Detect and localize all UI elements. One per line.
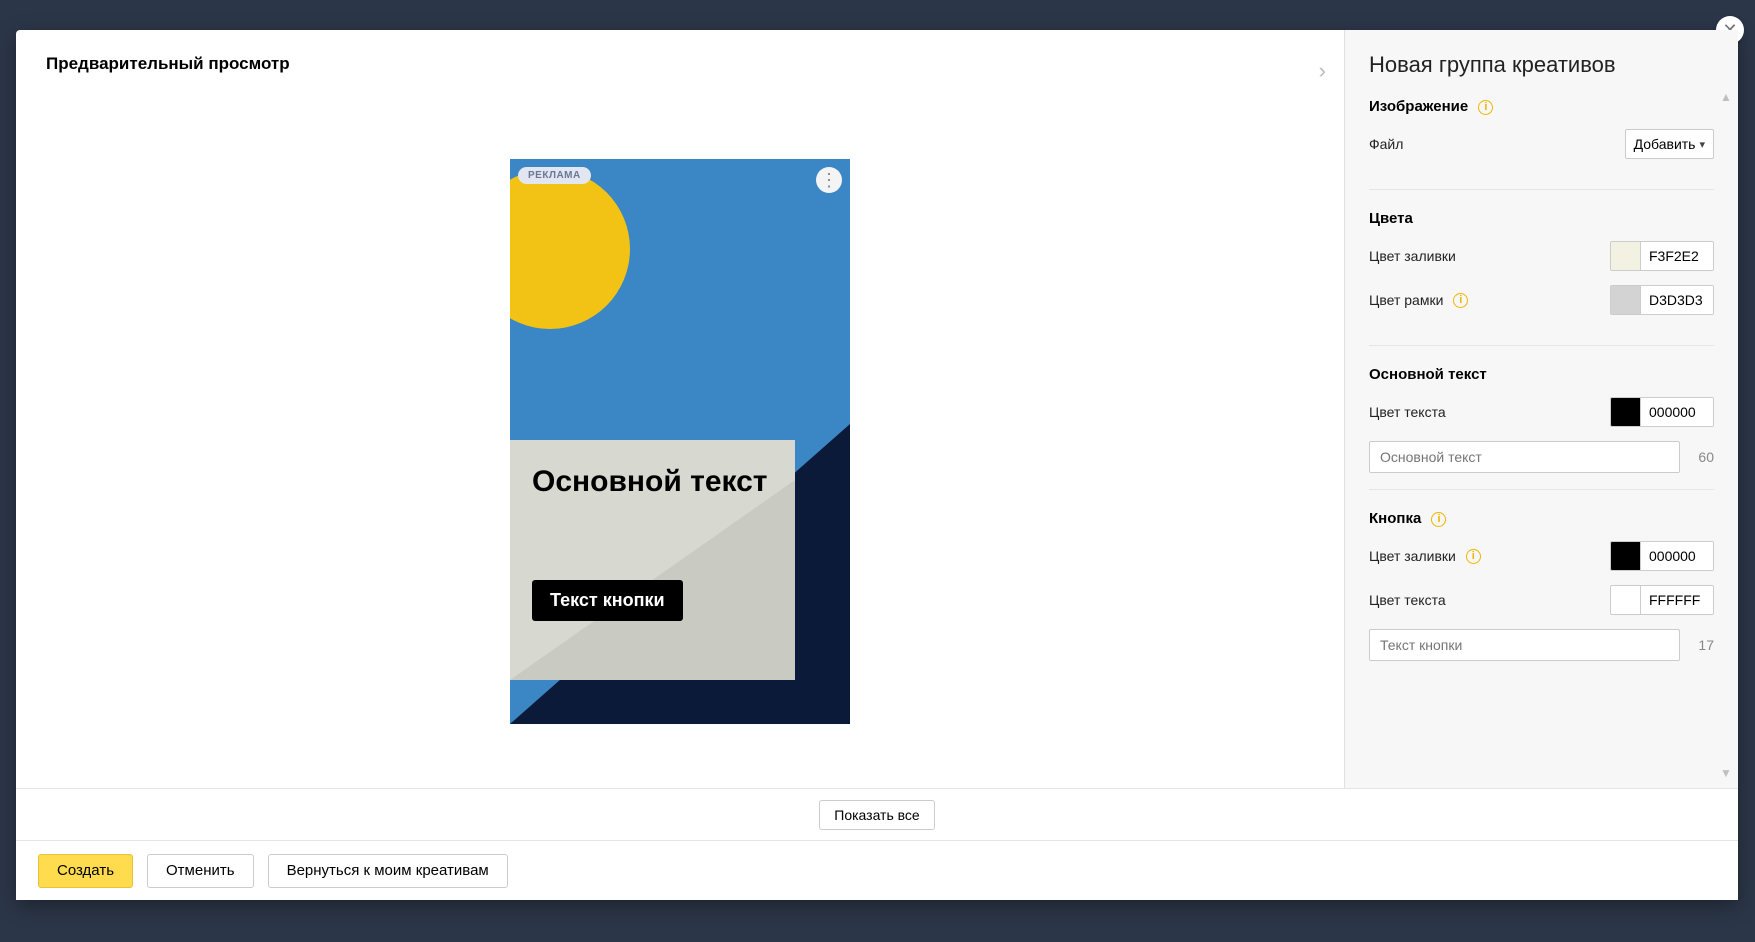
info-icon[interactable]: i (1466, 549, 1481, 564)
border-color-label: Цвет рамки i (1369, 292, 1468, 309)
banner-menu-button[interactable]: ⋮ (816, 167, 842, 193)
image-section-title: Изображение i (1369, 98, 1714, 115)
text-color-control[interactable] (1610, 397, 1714, 427)
maintext-section: Основной текст Цвет текста 60 (1369, 345, 1714, 489)
maintext-input[interactable] (1369, 441, 1680, 473)
fill-color-control[interactable] (1610, 241, 1714, 271)
image-section-title-text: Изображение (1369, 98, 1468, 115)
preview-next-button[interactable]: › (1319, 58, 1326, 84)
file-row: Файл Добавить ▾ (1369, 129, 1714, 159)
settings-title: Новая группа креативов (1345, 30, 1738, 98)
text-color-row: Цвет текста (1369, 397, 1714, 427)
ad-badge: РЕКЛАМА (518, 167, 591, 184)
settings-scroll[interactable]: Изображение i Файл Добавить ▾ Цвета Ц (1345, 98, 1738, 788)
chevron-right-icon: › (1319, 58, 1326, 83)
button-fill-label-text: Цвет заливки (1369, 548, 1456, 564)
file-label: Файл (1369, 136, 1403, 152)
modal-footer: Создать Отменить Вернуться к моим креати… (16, 840, 1738, 900)
info-icon[interactable]: i (1478, 100, 1493, 115)
banner-cta-button[interactable]: Текст кнопки (532, 580, 683, 621)
text-color-swatch[interactable] (1611, 398, 1641, 426)
preview-title: Предварительный просмотр (46, 54, 290, 74)
button-text-counter: 17 (1690, 637, 1714, 653)
banner-circle-shape (510, 169, 630, 329)
banner-main-text: Основной текст (532, 464, 773, 500)
scroll-up-indicator: ▲ (1720, 90, 1732, 102)
back-to-creatives-button[interactable]: Вернуться к моим креативам (268, 854, 508, 888)
button-section: Кнопка i Цвет заливки i (1369, 489, 1714, 677)
cancel-button[interactable]: Отменить (147, 854, 254, 888)
settings-panel: Новая группа креативов ▲ Изображение i Ф… (1345, 30, 1738, 788)
button-fill-row: Цвет заливки i (1369, 541, 1714, 571)
text-color-input[interactable] (1641, 398, 1713, 426)
button-text-input[interactable] (1369, 629, 1680, 661)
maintext-counter: 60 (1690, 449, 1714, 465)
colors-section: Цвета Цвет заливки Цвет рамки i (1369, 189, 1714, 345)
modal-body: Предварительный просмотр › Основной текс… (16, 30, 1738, 788)
add-file-button[interactable]: Добавить ▾ (1625, 129, 1714, 159)
button-text-color-label: Цвет текста (1369, 592, 1446, 608)
create-button[interactable]: Создать (38, 854, 133, 888)
preview-stage: Основной текст Текст кнопки РЕКЛАМА ⋮ (16, 84, 1344, 788)
colors-section-title: Цвета (1369, 210, 1714, 227)
info-icon[interactable]: i (1431, 512, 1446, 527)
maintext-input-row: 60 (1369, 441, 1714, 473)
info-icon[interactable]: i (1453, 293, 1468, 308)
button-fill-label: Цвет заливки i (1369, 548, 1481, 565)
border-color-input[interactable] (1641, 286, 1713, 314)
maintext-section-title: Основной текст (1369, 366, 1714, 383)
fill-color-input[interactable] (1641, 242, 1713, 270)
preview-panel: Предварительный просмотр › Основной текс… (16, 30, 1345, 788)
creative-editor-modal: ✕ Предварительный просмотр › Основной те… (16, 30, 1738, 900)
button-text-color-swatch[interactable] (1611, 586, 1641, 614)
button-fill-control[interactable] (1610, 541, 1714, 571)
border-color-row: Цвет рамки i (1369, 285, 1714, 315)
border-color-control[interactable] (1610, 285, 1714, 315)
button-text-color-control[interactable] (1610, 585, 1714, 615)
banner-text-card: Основной текст Текст кнопки (510, 440, 795, 680)
button-text-color-row: Цвет текста (1369, 585, 1714, 615)
button-section-title-text: Кнопка (1369, 510, 1421, 527)
button-text-input-row: 17 (1369, 629, 1714, 661)
preview-header: Предварительный просмотр (16, 30, 1344, 84)
add-file-label: Добавить (1634, 136, 1696, 152)
button-section-title: Кнопка i (1369, 510, 1714, 527)
ad-banner-preview: Основной текст Текст кнопки РЕКЛАМА ⋮ (510, 159, 850, 724)
button-fill-input[interactable] (1641, 542, 1713, 570)
chevron-down-icon: ▾ (1699, 138, 1705, 151)
border-color-label-text: Цвет рамки (1369, 292, 1443, 308)
fill-color-swatch[interactable] (1611, 242, 1641, 270)
fill-color-label: Цвет заливки (1369, 248, 1456, 264)
dots-vertical-icon: ⋮ (820, 171, 838, 189)
button-fill-swatch[interactable] (1611, 542, 1641, 570)
border-color-swatch[interactable] (1611, 286, 1641, 314)
button-text-color-input[interactable] (1641, 586, 1713, 614)
middle-bar: Показать все (16, 788, 1738, 840)
image-section: Изображение i Файл Добавить ▾ (1369, 98, 1714, 189)
show-all-button[interactable]: Показать все (819, 800, 934, 830)
fill-color-row: Цвет заливки (1369, 241, 1714, 271)
text-color-label: Цвет текста (1369, 404, 1446, 420)
scroll-down-indicator: ▼ (1720, 766, 1732, 778)
